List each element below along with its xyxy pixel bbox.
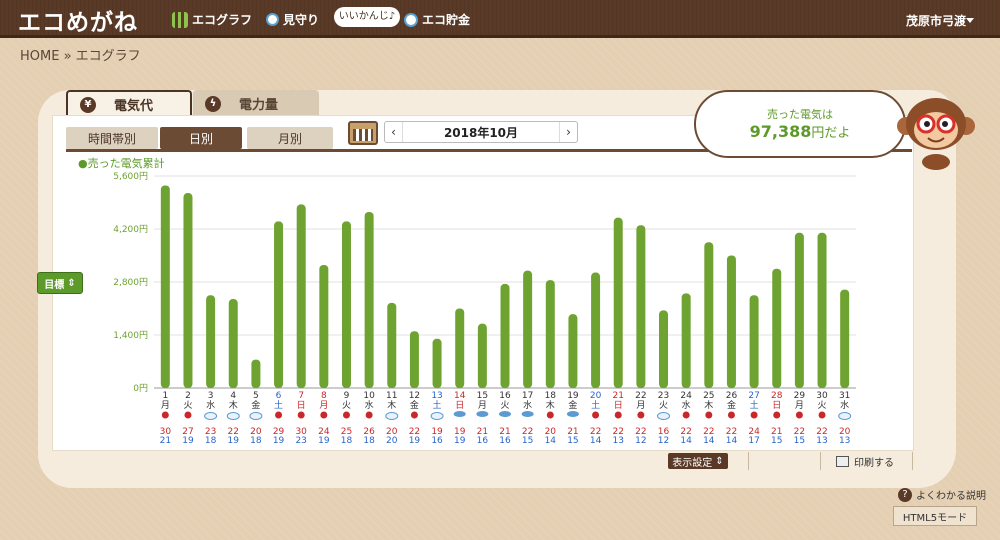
date-navigator: ‹ 2018年10月 › <box>384 121 578 143</box>
chart-legend: ●売った電気累計 <box>78 157 165 170</box>
divider <box>912 452 913 470</box>
nav-eco-savings-label: エコ貯金 <box>422 13 471 27</box>
question-icon: ? <box>898 487 912 502</box>
tab-daily[interactable]: 日別 <box>160 127 242 149</box>
goal-button-label: 目標 <box>44 279 65 291</box>
up-down-icon: ⇕ <box>67 277 76 289</box>
nav-eco-savings[interactable]: エコ貯金 <box>404 11 470 28</box>
display-settings-label: 表示設定 <box>672 457 713 469</box>
tab-monthly[interactable]: 月別 <box>247 127 333 149</box>
print-button[interactable]: 印刷する <box>836 453 908 469</box>
lightning-icon: ϟ <box>205 95 221 112</box>
goal-button[interactable]: 目標 ⇕ <box>37 272 83 294</box>
status-bubble: いいかんじ♪ <box>334 7 400 27</box>
callout-line1: 売った電気は <box>767 108 833 121</box>
help-label: よくわかる説明 <box>916 491 986 502</box>
chart-area <box>52 115 914 451</box>
html5-mode-button[interactable]: HTML5モード <box>893 506 977 526</box>
tab-electricity-amount-label: 電力量 <box>239 98 279 113</box>
divider <box>820 452 821 470</box>
monkey-mascot-icon <box>897 98 975 170</box>
display-settings-button[interactable]: 表示設定 ⇕ <box>668 453 728 469</box>
user-menu[interactable]: 茂原市弓渡 <box>906 12 966 29</box>
nav-ecograph-label: エコグラフ <box>192 13 253 27</box>
divider <box>748 452 749 470</box>
help-link[interactable]: ? よくわかる説明 <box>898 487 986 502</box>
callout-amount: 97,388 <box>749 122 812 141</box>
up-down-icon: ⇕ <box>715 455 724 467</box>
sold-electricity-callout: 売った電気は 97,388円だよ <box>694 90 906 158</box>
callout-suffix: 円だよ <box>811 126 851 141</box>
next-month-button[interactable]: › <box>559 122 577 142</box>
calendar-icon[interactable] <box>348 121 378 145</box>
print-label: 印刷する <box>854 457 894 469</box>
tab-hourly[interactable]: 時間帯別 <box>66 127 158 149</box>
tab-electricity-cost[interactable]: ¥ 電気代 <box>66 90 192 117</box>
tab-electricity-cost-label: 電気代 <box>114 99 154 114</box>
breadcrumb: HOME » エコグラフ <box>20 49 141 64</box>
nav-mimamori[interactable]: 見守り <box>266 11 319 28</box>
coin-icon <box>404 12 418 27</box>
printer-icon <box>836 455 849 467</box>
top-bar: エコめがね エコグラフ 見守り いいかんじ♪ エコ貯金 茂原市弓渡 <box>0 0 1000 38</box>
nav-mimamori-label: 見守り <box>283 13 320 27</box>
app-logo[interactable]: エコめがね <box>18 3 138 37</box>
nav-ecograph[interactable]: エコグラフ <box>172 11 252 28</box>
bar-chart-icon <box>172 11 188 28</box>
yen-icon: ¥ <box>80 96 96 113</box>
chevron-down-icon[interactable] <box>966 18 974 23</box>
tab-electricity-amount[interactable]: ϟ 電力量 <box>193 90 319 117</box>
magnifier-icon <box>266 13 279 26</box>
current-date: 2018年10月 <box>443 125 519 140</box>
prev-month-button[interactable]: ‹ <box>385 122 403 142</box>
